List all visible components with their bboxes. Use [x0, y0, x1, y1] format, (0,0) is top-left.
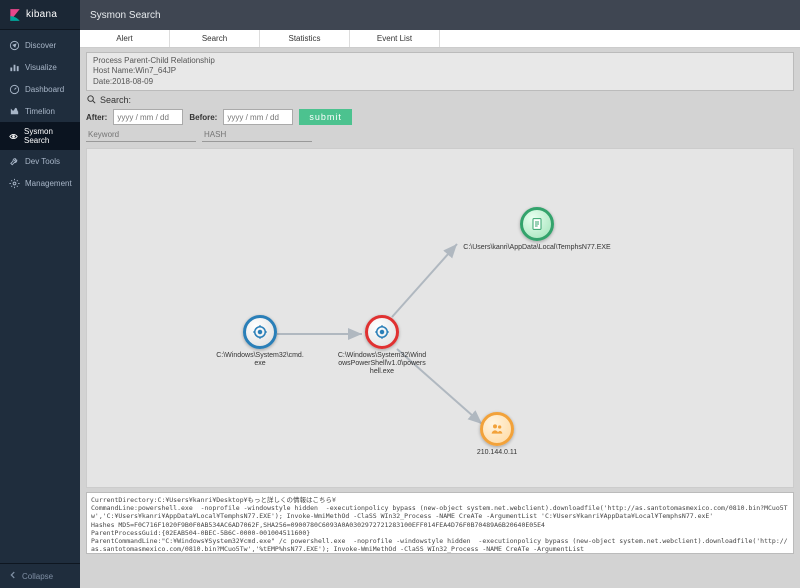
sidebar-item-label: Timelion [25, 107, 55, 116]
timelion-icon [8, 105, 20, 117]
sidebar-item-label: Sysmon Search [24, 127, 72, 145]
compass-icon [8, 39, 20, 51]
tab-event-list[interactable]: Event List [350, 30, 440, 47]
sysmon-icon [8, 130, 19, 142]
sidebar: kibana Discover Visualize Dashboard Time… [0, 0, 80, 588]
node-temphs[interactable]: C:\Users\kanri\AppData\Local\TemphsN77.E… [427, 207, 647, 252]
sidebar-item-label: Visualize [25, 63, 57, 72]
header-block: Process Parent-Child Relationship Host N… [86, 52, 794, 91]
node-powershell[interactable]: C:\Windows\System32\WindowsPowerShell\v1… [337, 315, 427, 376]
hash-input[interactable] [202, 128, 312, 142]
sidebar-item-label: Management [25, 179, 72, 188]
tab-statistics[interactable]: Statistics [260, 30, 350, 47]
header-line1: Process Parent-Child Relationship [93, 56, 787, 66]
node-label: C:\Windows\System32\cmd.exe [215, 352, 305, 368]
search-label: Search: [100, 95, 131, 105]
tab-search[interactable]: Search [170, 30, 260, 47]
network-icon [480, 412, 514, 446]
search-row: Search: [86, 94, 794, 105]
after-label: After: [86, 113, 107, 122]
brand-text: kibana [26, 9, 57, 20]
sidebar-item-label: Dashboard [25, 85, 64, 94]
wrench-icon [8, 155, 20, 167]
logo: kibana [0, 0, 80, 30]
sidebar-item-label: Dev Tools [25, 157, 60, 166]
keyword-input[interactable] [86, 128, 196, 142]
before-input[interactable] [223, 109, 293, 125]
sidebar-item-label: Discover [25, 41, 56, 50]
after-input[interactable] [113, 109, 183, 125]
process-icon [243, 315, 277, 349]
nav: Discover Visualize Dashboard Timelion Sy… [0, 30, 80, 563]
collapse-button[interactable]: Collapse [0, 563, 80, 588]
header-line3: Date:2018-08-09 [93, 77, 787, 87]
node-label: 210.144.0.11 [477, 449, 517, 457]
sidebar-item-timelion[interactable]: Timelion [0, 100, 80, 122]
collapse-label: Collapse [22, 572, 53, 581]
tabs: Alert Search Statistics Event List [80, 30, 800, 48]
process-icon [365, 315, 399, 349]
topbar: Sysmon Search [80, 0, 800, 30]
detail-footer: CurrentDirectory:C:¥Users¥kanri¥Desktop¥… [86, 492, 794, 554]
before-label: Before: [189, 113, 217, 122]
page-title: Sysmon Search [90, 10, 161, 21]
chart-icon [8, 61, 20, 73]
kibana-logo-icon [8, 8, 22, 22]
header-line2: Host Name:Win7_64JP [93, 66, 787, 76]
gauge-icon [8, 83, 20, 95]
node-label: C:\Users\kanri\AppData\Local\TemphsN77.E… [463, 244, 610, 252]
search-icon [86, 94, 97, 105]
sidebar-item-visualize[interactable]: Visualize [0, 56, 80, 78]
main: Sysmon Search Alert Search Statistics Ev… [80, 0, 800, 588]
tab-alert[interactable]: Alert [80, 30, 170, 47]
edge-ps-tmp [392, 244, 457, 317]
sidebar-item-dev-tools[interactable]: Dev Tools [0, 150, 80, 172]
date-filters: After: Before: submit [86, 109, 794, 125]
gear-icon [8, 177, 20, 189]
node-label: C:\Windows\System32\WindowsPowerShell\v1… [337, 352, 427, 376]
text-filters [86, 128, 794, 142]
node-ip[interactable]: 210.144.0.11 [452, 412, 542, 457]
sidebar-item-dashboard[interactable]: Dashboard [0, 78, 80, 100]
chevron-left-icon [8, 570, 18, 582]
submit-button[interactable]: submit [299, 109, 352, 125]
sidebar-item-management[interactable]: Management [0, 172, 80, 194]
sidebar-item-sysmon-search[interactable]: Sysmon Search [0, 122, 80, 150]
graph-canvas[interactable]: C:\Windows\System32\cmd.exe C:\Windows\S… [86, 148, 794, 488]
file-icon [520, 207, 554, 241]
sidebar-item-discover[interactable]: Discover [0, 34, 80, 56]
node-cmd[interactable]: C:\Windows\System32\cmd.exe [215, 315, 305, 368]
